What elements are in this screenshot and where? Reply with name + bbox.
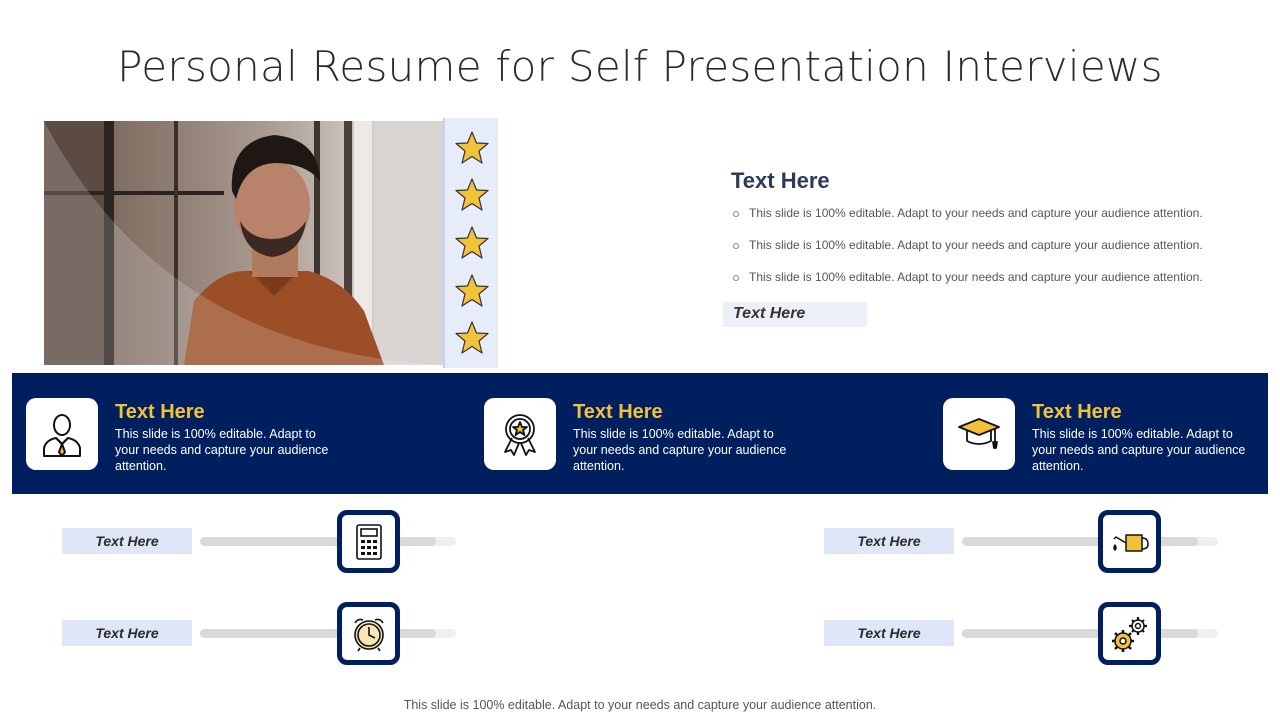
- calculator-icon: [337, 510, 400, 573]
- skill-fill: [200, 537, 436, 546]
- skill-track: [962, 629, 1218, 638]
- slide-title: Personal Resume for Self Presentation In…: [117, 42, 1163, 91]
- star-icon: [454, 226, 489, 259]
- highlights-band: Text Here This slide is 100% editable. A…: [12, 373, 1268, 494]
- star-icon: [454, 131, 489, 164]
- skill-label: Text Here: [62, 620, 192, 646]
- card-text: This slide is 100% editable. Adapt to yo…: [1032, 427, 1246, 473]
- skill-label: Text Here: [62, 528, 192, 554]
- list-item: This slide is 100% editable. Adapt to yo…: [733, 206, 1203, 238]
- skill-track: [200, 629, 456, 638]
- card-title: Text Here: [1032, 401, 1122, 423]
- graduation-cap-icon: [943, 398, 1015, 470]
- profile-bullets: This slide is 100% editable. Adapt to yo…: [733, 206, 1203, 302]
- watering-can-icon: [1098, 510, 1161, 573]
- alarm-clock-icon: [337, 602, 400, 665]
- businessman-icon: [26, 398, 98, 470]
- profile-tag: Text Here: [723, 302, 867, 327]
- skill-label: Text Here: [824, 528, 954, 554]
- bullet-icon: [733, 211, 739, 217]
- profile-heading: Text Here: [731, 168, 830, 193]
- skill-fill: [962, 537, 1198, 546]
- star-icon: [454, 321, 489, 354]
- card-title: Text Here: [573, 401, 663, 423]
- list-item: This slide is 100% editable. Adapt to yo…: [733, 270, 1203, 302]
- skill-label: Text Here: [824, 620, 954, 646]
- skill-fill: [962, 629, 1198, 638]
- skill-track: [200, 537, 456, 546]
- card-text: This slide is 100% editable. Adapt to yo…: [573, 427, 787, 473]
- bullet-icon: [733, 275, 739, 281]
- gears-icon: [1098, 602, 1161, 665]
- star-icon: [454, 273, 489, 307]
- card-text: This slide is 100% editable. Adapt to yo…: [115, 427, 329, 473]
- award-badge-icon: [484, 398, 556, 470]
- star-icon: [454, 178, 489, 211]
- list-item: This slide is 100% editable. Adapt to yo…: [733, 238, 1203, 270]
- profile-photo: [44, 121, 444, 365]
- card-title: Text Here: [115, 401, 205, 423]
- footer-note: This slide is 100% editable. Adapt to yo…: [403, 698, 877, 712]
- skill-track: [962, 537, 1218, 546]
- skill-fill: [200, 629, 436, 638]
- bullet-icon: [733, 243, 739, 249]
- rating-stars: [443, 118, 498, 368]
